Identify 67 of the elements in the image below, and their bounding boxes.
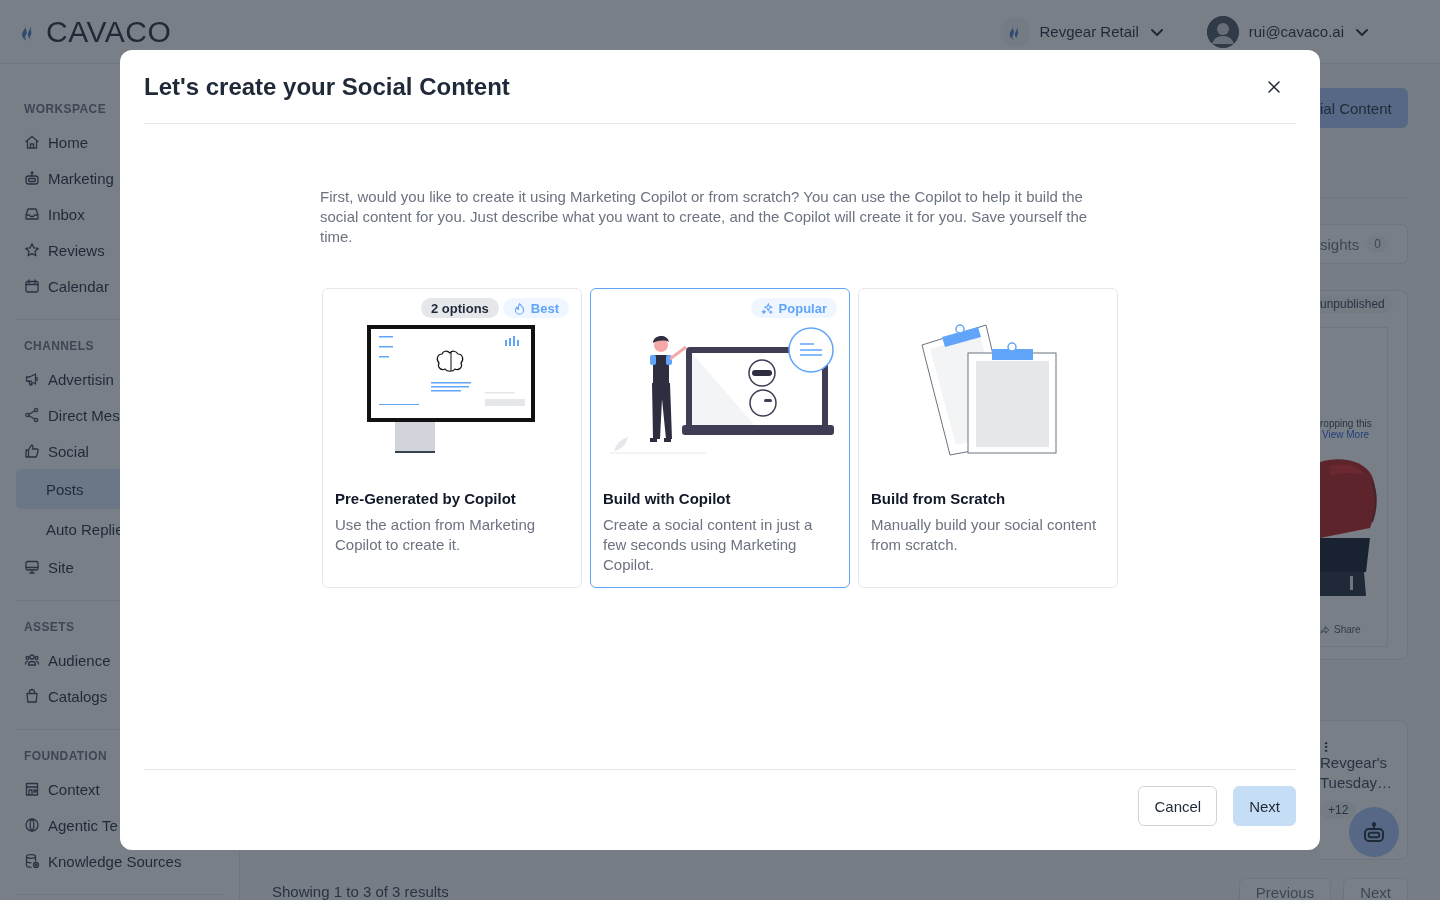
database-icon [24, 853, 40, 869]
intro-text: First, would you like to create it using Marketing Copilot or from scratch? You can use the Copilot to help it build the social content for you. Just describe what you want to create, and the Copilot will create it for you. Save yourself the time. [320, 187, 1089, 247]
section-label: FOUNDATION [23, 749, 109, 763]
sidebar-item[interactable]: Catalogs [16, 678, 223, 714]
sidebar-item[interactable]: Social [16, 433, 223, 469]
post-title: Revgear's Tuesday… [1320, 753, 1393, 793]
flame-icon [512, 301, 526, 315]
create-button[interactable]: ial Content [1320, 88, 1408, 128]
sidebar-item[interactable]: Marketing [16, 160, 223, 196]
workspace-switcher[interactable]: Revgear Retail [999, 16, 1165, 47]
dialog-title: Let's create your Social Content [144, 72, 510, 101]
monitor-icon [24, 559, 40, 575]
people-icon [24, 652, 40, 668]
tag-badge: Best [502, 298, 569, 318]
sidebar-item[interactable]: Context [16, 771, 223, 807]
sidebar-item[interactable]: Inbox [16, 196, 223, 232]
pagination-button[interactable]: Next [1343, 878, 1408, 900]
close-icon [1266, 78, 1282, 95]
option-card[interactable]: 2 options Best Pre-Generated by Copilot Use the action from Marketing Copilot to create it. [322, 288, 582, 588]
sidebar-item[interactable]: Calendar [16, 268, 223, 304]
sidebar-item[interactable]: Direct Mes [16, 397, 223, 433]
star-icon [24, 242, 40, 258]
inbox-icon [24, 206, 40, 222]
sidebar-item[interactable]: Advertisin [16, 361, 223, 397]
sidebar-item[interactable]: Reviews [16, 232, 223, 268]
half-circle-icon [24, 817, 40, 833]
option-description: Manually build your social content from scratch. [871, 515, 1098, 555]
section-label: CHANNELS [23, 339, 95, 353]
calendar-icon [24, 278, 40, 294]
option-description: Create a social content in just a few seconds using Marketing Copilot. [603, 515, 814, 575]
sidebar-item[interactable]: Site [16, 549, 223, 585]
section-label: WORKSPACE [23, 102, 108, 116]
sidebar-item[interactable]: Agentic Te [16, 807, 223, 843]
share-icon [1320, 624, 1330, 635]
option-card[interactable]: Popular Build with Copilot Create a social content in just a few seconds using Marketing Copilot. [590, 288, 850, 588]
sparkles-icon [760, 301, 774, 315]
logo-text: CAVACO [46, 14, 172, 49]
shopping-bag-icon [24, 688, 40, 704]
section-label: ASSETS [23, 620, 76, 634]
robot-icon [24, 170, 40, 186]
option-title: Pre-Generated by Copilot [335, 490, 517, 507]
share-button[interactable]: Share [1320, 624, 1387, 635]
view-more-link[interactable]: View More [1322, 429, 1387, 440]
option-title: Build from Scratch [871, 490, 1007, 507]
results-summary: Showing 1 to 3 of 3 results [272, 884, 449, 900]
option-title: Build with Copilot [603, 490, 732, 507]
sidebar-item[interactable]: Home [16, 124, 223, 160]
pagination-button[interactable]: Previous [1238, 878, 1332, 900]
sidebar-item[interactable]: Knowledge Sources [16, 843, 223, 879]
home-icon [24, 134, 40, 150]
post-text: ropping this [1320, 418, 1373, 429]
thumbs-up-icon [24, 443, 40, 459]
megaphone-icon [24, 371, 40, 387]
user-menu[interactable]: rui@cavaco.ai [1206, 15, 1370, 48]
count-badge: 2 options [421, 298, 499, 318]
option-description: Use the action from Marketing Copilot to create it. [335, 515, 537, 555]
sidebar-item[interactable]: Audience [16, 642, 223, 678]
avatar [1206, 15, 1239, 48]
option-card[interactable]: Build from Scratch Manually build your social content from scratch. [858, 288, 1118, 588]
share-icon [24, 407, 40, 423]
status-badge: unpublished [1320, 295, 1393, 313]
more-tags-badge: +12 [1320, 801, 1357, 819]
store-icon [24, 781, 40, 797]
copilot-button[interactable] [1349, 807, 1399, 857]
robot-icon [1362, 820, 1386, 844]
cancel-button[interactable]: Cancel [1138, 786, 1218, 826]
tag-badge: Popular [750, 298, 837, 318]
